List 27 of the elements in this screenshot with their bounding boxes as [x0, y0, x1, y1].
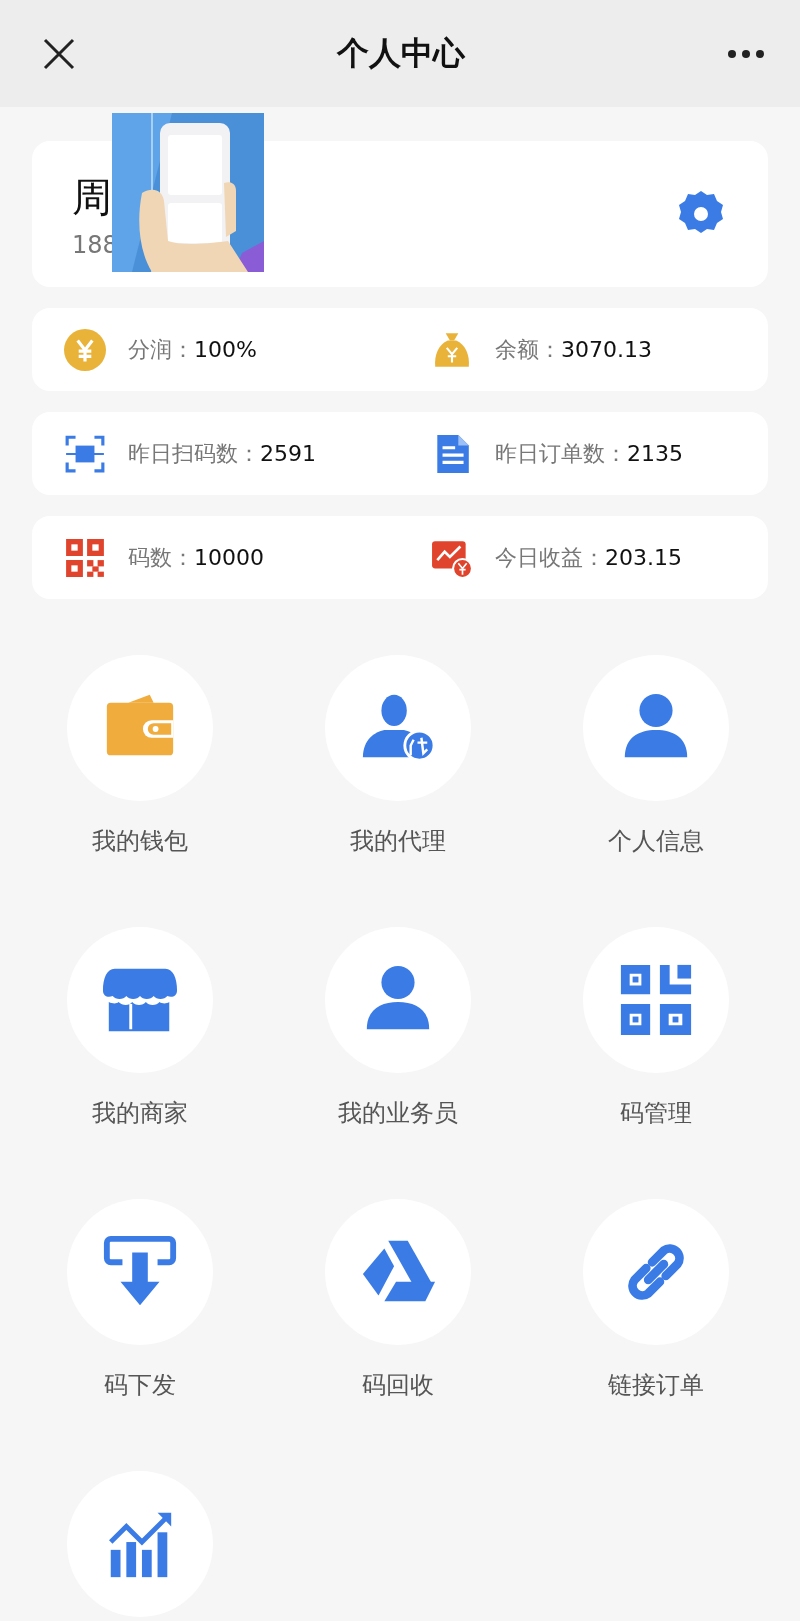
user-name: 周 [72, 172, 113, 222]
stat-label: 昨日扫码数： [128, 440, 260, 466]
stat-value: 203.15 [605, 544, 682, 570]
menu-label: 我的业务员 [338, 1098, 458, 1129]
stat-value: 3070.13 [561, 336, 652, 362]
stat-label: 余额： [495, 336, 561, 362]
menu-label: 我的商家 [92, 1098, 188, 1129]
stat-value: 2591 [260, 440, 316, 466]
close-icon [42, 36, 76, 71]
more-icon [726, 47, 766, 60]
menu-label: 码回收 [362, 1370, 434, 1401]
menu-label: 个人信息 [608, 826, 704, 857]
page-title: 个人中心 [337, 32, 465, 74]
yen-coin-icon [64, 328, 106, 371]
stat-label: 昨日订单数： [495, 440, 627, 466]
menu-label: 我的钱包 [92, 826, 188, 857]
stat-value: 2135 [627, 440, 683, 466]
qr-code-icon [64, 536, 106, 579]
menu-label: 链接订单 [608, 1370, 704, 1401]
stat-label: 今日收益： [495, 544, 605, 570]
menu-label: 码下发 [104, 1370, 176, 1401]
stat-label: 分润： [128, 336, 194, 362]
stat-label: 码数： [128, 544, 194, 570]
stat-value: 10000 [194, 544, 264, 570]
stat-value: 100% [194, 336, 257, 362]
menu-label: 我的代理 [350, 826, 446, 857]
menu-label: 码管理 [620, 1098, 692, 1129]
